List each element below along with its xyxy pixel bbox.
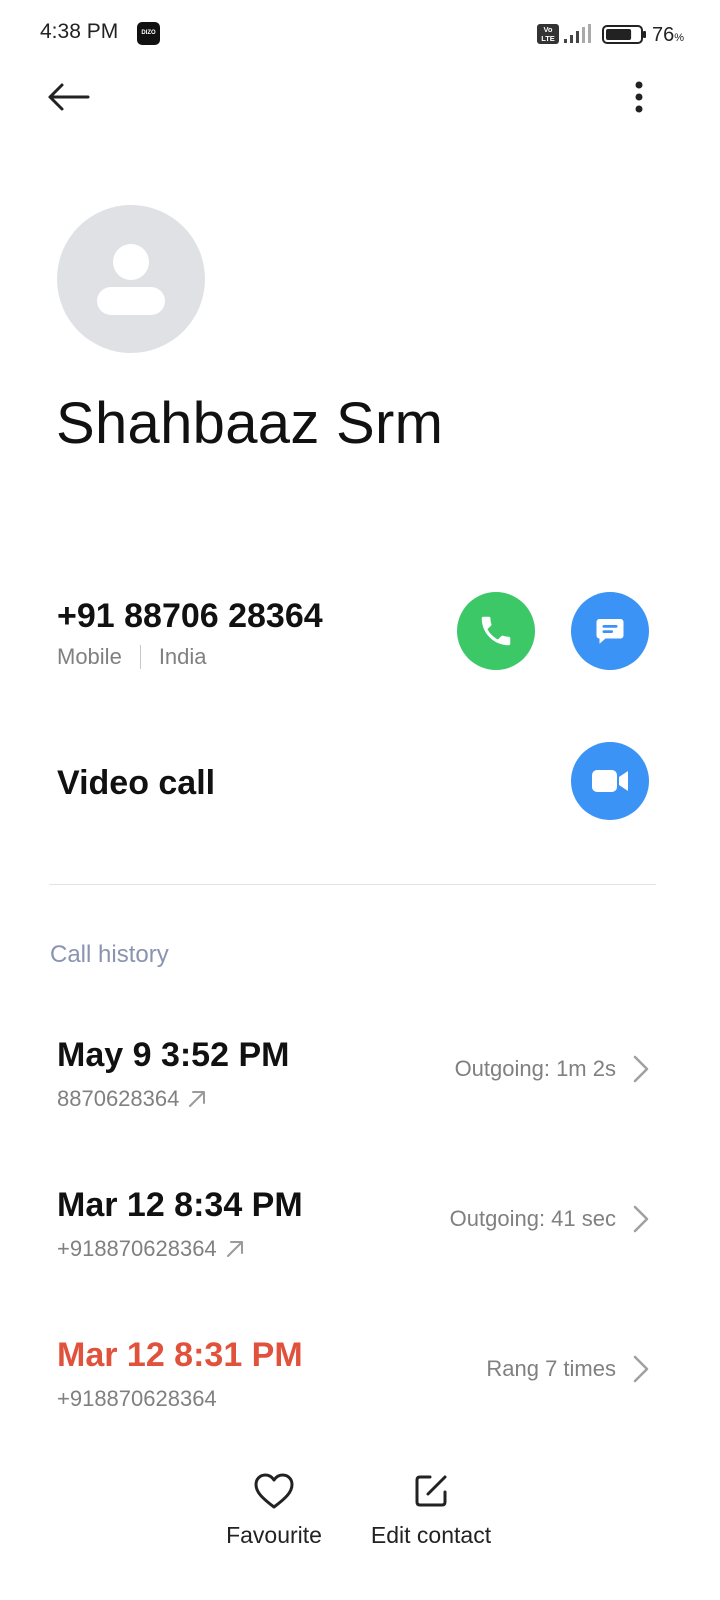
outgoing-arrow-icon [226,1241,243,1257]
video-camera-icon [592,770,628,792]
call-number-text: +918870628364 [57,1236,217,1261]
phone-region: India [158,644,207,669]
favourite-button[interactable]: Favourite [214,1468,334,1549]
call-number: 8870628364 [57,1086,207,1112]
call-history-title: Call history [50,941,169,968]
call-history-row[interactable]: Mar 12 8:31 PM +918870628364 Rang 7 time… [0,1336,720,1456]
call-number: +918870628364 [57,1386,217,1412]
call-button[interactable] [457,592,535,670]
avatar[interactable] [57,205,205,353]
brand-badge-icon: DIZO [137,22,160,45]
section-divider [49,884,656,885]
more-options-button[interactable] [618,74,660,120]
phone-type: Mobile [57,644,122,669]
edit-contact-label: Edit contact [370,1522,492,1548]
call-date: May 9 3:52 PM [57,1036,290,1074]
battery-percent: 76% [652,24,685,46]
volte-icon: Vo LTE [537,24,559,44]
call-number-text: 8870628364 [57,1086,180,1111]
call-history-row[interactable]: Mar 12 8:34 PM +918870628364 Outgoing: 4… [0,1186,720,1306]
call-history-row[interactable]: May 9 3:52 PM 8870628364 Outgoing: 1m 2s [0,1036,720,1156]
more-vertical-icon [635,81,643,113]
call-date: Mar 12 8:34 PM [57,1186,303,1224]
battery-icon [602,25,646,44]
outgoing-arrow-icon [189,1091,206,1107]
call-date-missed: Mar 12 8:31 PM [57,1336,303,1374]
message-button[interactable] [571,592,649,670]
call-status: Rang 7 times [486,1356,616,1381]
status-bar: 4:38 PM DIZO Vo LTE 76% [0,0,720,68]
back-arrow-icon [48,83,90,111]
edit-icon [408,1468,454,1514]
favourite-label: Favourite [226,1522,322,1548]
edit-contact-button[interactable]: Edit contact [356,1468,506,1549]
phone-number[interactable]: +91 88706 28364 [57,597,323,636]
chevron-right-icon [633,1055,649,1083]
message-icon [596,619,624,644]
person-placeholder-icon [97,244,165,315]
video-call-label[interactable]: Video call [57,764,215,803]
call-number-text: +918870628364 [57,1386,217,1411]
phone-icon [481,616,511,646]
meta-divider [139,645,141,669]
call-number: +918870628364 [57,1236,245,1262]
chevron-right-icon [633,1205,649,1233]
signal-icon [564,24,591,43]
contact-name: Shahbaaz Srm [56,391,444,456]
heart-icon [251,1468,297,1514]
status-time: 4:38 PM [40,20,119,43]
call-status: Outgoing: 41 sec [449,1206,616,1231]
video-call-button[interactable] [571,742,649,820]
back-button[interactable] [40,74,96,120]
phone-meta: Mobile India [57,644,207,670]
call-status: Outgoing: 1m 2s [454,1056,616,1081]
chevron-right-icon [633,1355,649,1383]
